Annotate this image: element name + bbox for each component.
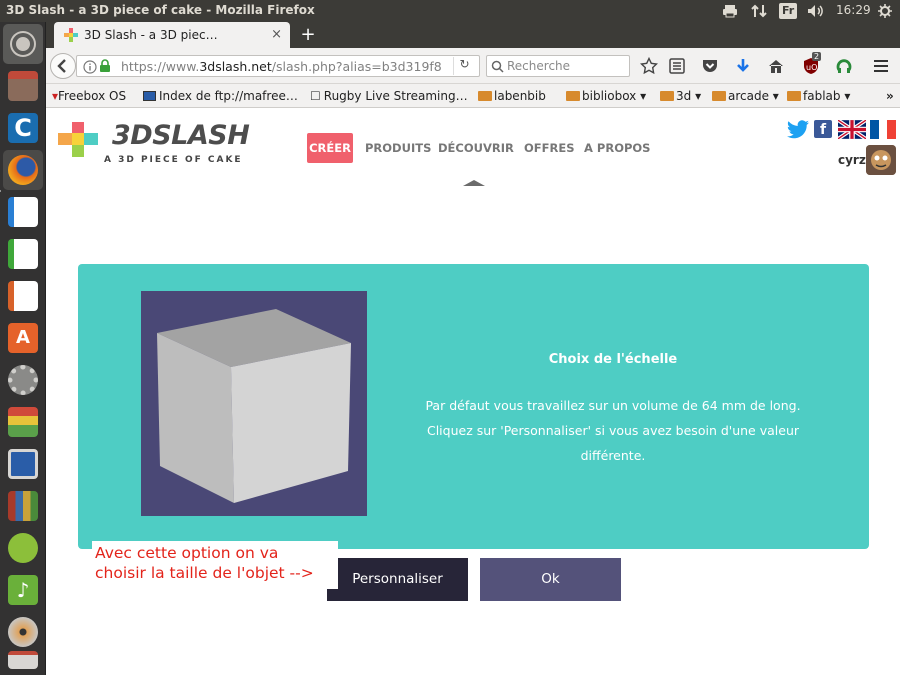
printer-icon[interactable] bbox=[722, 3, 738, 19]
writer-icon[interactable] bbox=[3, 192, 43, 232]
svg-text:uO: uO bbox=[806, 63, 817, 72]
chevron-down-icon: ▾ bbox=[691, 89, 702, 103]
bookmark-folder-labenbib[interactable]: labenbib bbox=[478, 89, 546, 103]
software-center-icon[interactable]: A bbox=[3, 318, 43, 358]
modal-body-text: Par défaut vous travaillez sur un volume… bbox=[425, 398, 801, 463]
back-button[interactable] bbox=[50, 53, 76, 79]
nav-creer[interactable]: CRÉER bbox=[307, 133, 353, 163]
keyboard-layout-indicator[interactable]: Fr bbox=[779, 3, 798, 19]
bookmark-rugby[interactable]: ☐ Rugby Live Streaming… bbox=[310, 89, 468, 103]
modal-title: Choix de l'échelle bbox=[548, 352, 678, 367]
chevron-down-icon: ▾ bbox=[768, 89, 779, 103]
files-icon[interactable] bbox=[3, 66, 43, 106]
folder-icon bbox=[566, 91, 580, 101]
bookmarks-overflow-button[interactable]: » bbox=[886, 89, 894, 103]
scale-choice-modal: Choix de l'échelle Par défaut vous trava… bbox=[78, 264, 869, 549]
unity-launcher: C A ♪ bbox=[0, 22, 46, 675]
nav-decouvrir[interactable]: DÉCOUVRIR bbox=[438, 141, 514, 155]
clock[interactable]: 16:29 bbox=[836, 3, 871, 17]
chevron-down-icon: ▾ bbox=[840, 89, 851, 103]
reload-icon[interactable]: ↻ bbox=[453, 57, 475, 75]
lock-icon[interactable] bbox=[99, 59, 111, 73]
extension-icon[interactable] bbox=[835, 57, 853, 75]
bookmark-folder-fablab[interactable]: fablab ▾ bbox=[787, 89, 850, 103]
bookmark-folder-arcade[interactable]: arcade ▾ bbox=[712, 89, 779, 103]
monitor-icon bbox=[143, 91, 156, 101]
cube-3d-render bbox=[157, 309, 351, 503]
network-icon[interactable] bbox=[751, 3, 767, 19]
system-top-panel: 3D Slash - a 3D piece of cake - Mozilla … bbox=[0, 0, 900, 22]
tab-title: 3D Slash - a 3D piec… bbox=[84, 28, 218, 42]
back-arrow-icon bbox=[57, 59, 66, 73]
flag-uk-icon[interactable] bbox=[838, 120, 866, 139]
new-tab-button[interactable]: + bbox=[298, 24, 318, 46]
nav-caret-indicator bbox=[463, 180, 485, 186]
chevron-down-icon: ▾ bbox=[636, 89, 647, 103]
user-name[interactable]: cyrz bbox=[838, 153, 866, 167]
home-icon[interactable] bbox=[767, 57, 785, 75]
url-bar[interactable]: https://www.3dslash.net/slash.php?alias=… bbox=[76, 55, 480, 77]
logo-wordmark[interactable]: 3DSLASH bbox=[112, 120, 250, 151]
search-input[interactable]: Recherche bbox=[486, 55, 630, 77]
remote-desktop-icon[interactable] bbox=[3, 444, 43, 484]
page-content: 3DSLASH A 3D PIECE OF CAKE CRÉER PRODUIT… bbox=[46, 108, 900, 675]
music-tool-icon[interactable]: ♪ bbox=[3, 570, 43, 610]
customize-button[interactable]: Personnaliser bbox=[327, 558, 468, 601]
menu-icon[interactable] bbox=[872, 57, 890, 75]
browser-navbar: https://www.3dslash.net/slash.php?alias=… bbox=[46, 48, 900, 84]
tab-3dslash[interactable]: 3D Slash - a 3D piec… × bbox=[54, 22, 290, 48]
library-icon[interactable] bbox=[3, 486, 43, 526]
ok-button[interactable]: Ok bbox=[480, 558, 621, 601]
nav-produits[interactable]: PRODUITS bbox=[365, 141, 431, 155]
download-icon[interactable] bbox=[734, 57, 752, 75]
folder-icon bbox=[712, 91, 726, 101]
rugby-icon: ☐ bbox=[310, 89, 321, 103]
url-text[interactable]: https://www.3dslash.net/slash.php?alias=… bbox=[121, 59, 461, 74]
url-scheme: https://www. bbox=[121, 59, 200, 74]
logo-tagline: A 3D PIECE OF CAKE bbox=[104, 155, 243, 165]
ublock-icon[interactable]: uO 2 bbox=[802, 52, 822, 75]
bookmark-freebox[interactable]: ▾Freebox OS bbox=[52, 89, 126, 103]
system-settings-icon[interactable] bbox=[3, 360, 43, 400]
folder-icon bbox=[787, 91, 801, 101]
bookmark-star-icon[interactable] bbox=[640, 57, 658, 75]
dash-icon[interactable] bbox=[3, 24, 43, 64]
nav-a-propos[interactable]: A PROPOS bbox=[584, 141, 650, 155]
bookmarks-toolbar: ▾Freebox OS Index de ftp://mafree… ☐ Rugb… bbox=[46, 84, 900, 108]
bookmark-folder-3d[interactable]: 3d ▾ bbox=[660, 89, 701, 103]
settings-gear-icon[interactable] bbox=[877, 3, 893, 19]
search-icon bbox=[491, 60, 504, 73]
bookmark-folder-bibliobox[interactable]: bibliobox ▾ bbox=[566, 89, 646, 103]
twitter-icon[interactable] bbox=[786, 120, 810, 140]
calibre-icon[interactable]: C bbox=[3, 108, 43, 148]
tab-close-icon[interactable]: × bbox=[271, 27, 282, 42]
reading-list-icon[interactable] bbox=[668, 57, 686, 75]
facebook-icon[interactable]: f bbox=[814, 120, 832, 138]
nav-offres[interactable]: OFFRES bbox=[524, 141, 574, 155]
folder-icon bbox=[478, 91, 492, 101]
annotation-note: Avec cette option on va choisir la taill… bbox=[92, 541, 338, 589]
3dslash-logo-icon[interactable] bbox=[54, 120, 104, 160]
folder-icon bbox=[660, 91, 674, 101]
url-path: /slash.php?alias=b3d319f8 bbox=[271, 59, 442, 74]
avatar[interactable] bbox=[866, 145, 896, 175]
bookmark-ftp[interactable]: Index de ftp://mafree… bbox=[143, 89, 298, 103]
url-domain: 3dslash.net bbox=[199, 59, 272, 74]
favicon-icon bbox=[64, 28, 78, 42]
cube-preview bbox=[141, 291, 367, 516]
flag-fr-icon[interactable] bbox=[870, 120, 897, 139]
browser-tab-bar: 3D Slash - a 3D piec… × + bbox=[46, 22, 900, 48]
firefox-icon[interactable] bbox=[3, 150, 43, 190]
disk-usage-icon[interactable] bbox=[3, 402, 43, 442]
search-placeholder: Recherche bbox=[507, 59, 571, 73]
printer-icon[interactable] bbox=[3, 646, 43, 674]
impress-icon[interactable] bbox=[3, 276, 43, 316]
ublock-count-badge: 2 bbox=[812, 52, 822, 61]
calc-icon[interactable] bbox=[3, 234, 43, 274]
pocket-icon[interactable] bbox=[701, 57, 719, 75]
volume-icon[interactable] bbox=[806, 3, 826, 19]
info-icon[interactable] bbox=[83, 60, 97, 74]
window-title: 3D Slash - a 3D piece of cake - Mozilla … bbox=[6, 3, 315, 17]
android-icon[interactable] bbox=[3, 528, 43, 568]
